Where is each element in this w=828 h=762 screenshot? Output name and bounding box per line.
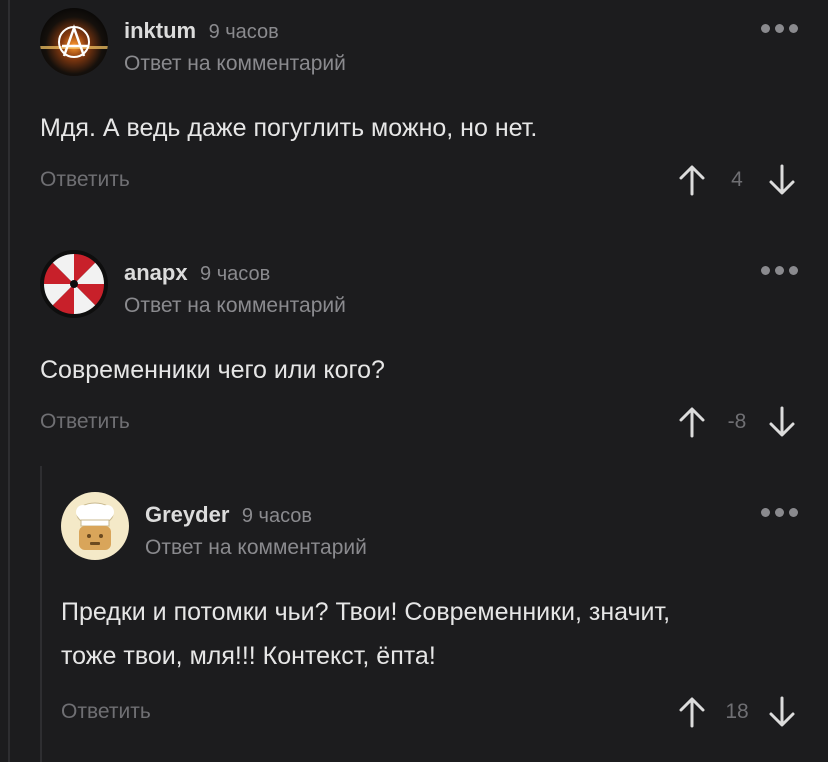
avatar[interactable]	[40, 250, 108, 318]
arrow-down-icon	[769, 164, 795, 195]
vote-controls: 4	[676, 160, 798, 200]
comment-inktum: inktum 9 часов Ответ на комментарий Мдя.…	[40, 8, 798, 218]
dot-icon	[761, 24, 770, 33]
dot-icon	[761, 266, 770, 275]
arrow-down-icon	[769, 696, 795, 727]
comment-text: Предки и потомки чьи? Твои! Современники…	[61, 590, 670, 678]
more-options-button[interactable]	[761, 24, 798, 33]
arrow-down-icon	[769, 406, 795, 437]
reply-button[interactable]: Ответить	[40, 168, 130, 192]
arrow-up-icon	[679, 407, 705, 438]
dot-icon	[789, 24, 798, 33]
dot-icon	[775, 508, 784, 517]
comment-meta: inktum 9 часов	[124, 18, 279, 44]
vote-score: 4	[731, 168, 743, 191]
comment-anapx: anapx 9 часов Ответ на комментарий Совре…	[40, 250, 798, 460]
reply-to-label[interactable]: Ответ на комментарий	[124, 294, 346, 318]
timestamp: 9 часов	[208, 21, 279, 43]
vote-controls: -8	[676, 402, 798, 442]
comment-meta: Greyder 9 часов	[145, 502, 312, 528]
umbrella-logo-icon	[40, 250, 108, 318]
chef-hat-icon	[61, 492, 129, 560]
dot-icon	[775, 24, 784, 33]
reply-button[interactable]: Ответить	[61, 700, 151, 724]
timestamp: 9 часов	[200, 263, 271, 285]
vote-controls: 18	[676, 692, 798, 732]
arrow-up-icon	[679, 165, 705, 196]
more-options-button[interactable]	[761, 508, 798, 517]
upvote-button[interactable]	[676, 696, 708, 728]
avatar[interactable]	[61, 492, 129, 560]
arrow-up-icon	[679, 697, 705, 728]
comment-text-line: тоже твои, мля!!! Контекст, ёпта!	[61, 642, 436, 670]
downvote-button[interactable]	[766, 406, 798, 438]
anarchy-icon	[40, 8, 108, 76]
comment-text-line: Предки и потомки чьи? Твои! Современники…	[61, 598, 671, 626]
downvote-button[interactable]	[766, 696, 798, 728]
reply-to-label[interactable]: Ответ на комментарий	[124, 52, 346, 76]
comment-text: Мдя. А ведь даже погуглить можно, но нет…	[40, 114, 538, 142]
thread-line	[8, 0, 10, 762]
downvote-button[interactable]	[766, 164, 798, 196]
username[interactable]: inktum	[124, 18, 196, 43]
more-options-button[interactable]	[761, 266, 798, 275]
vote-score: -8	[727, 410, 747, 433]
dot-icon	[761, 508, 770, 517]
reply-to-label[interactable]: Ответ на комментарий	[145, 536, 367, 560]
comment-text: Современники чего или кого?	[40, 356, 385, 384]
dot-icon	[775, 266, 784, 275]
comment-meta: anapx 9 часов	[124, 260, 270, 286]
upvote-button[interactable]	[676, 164, 708, 196]
username[interactable]: anapx	[124, 260, 188, 285]
timestamp: 9 часов	[241, 505, 313, 527]
upvote-button[interactable]	[676, 406, 708, 438]
comment-greyder: Greyder 9 часов Ответ на комментарий Пре…	[61, 492, 798, 742]
reply-button[interactable]: Ответить	[40, 410, 130, 434]
dot-icon	[789, 266, 798, 275]
username[interactable]: Greyder	[145, 502, 229, 527]
avatar[interactable]	[40, 8, 108, 76]
vote-score: 18	[725, 700, 749, 723]
reply-thread-line	[40, 466, 42, 762]
dot-icon	[789, 508, 798, 517]
